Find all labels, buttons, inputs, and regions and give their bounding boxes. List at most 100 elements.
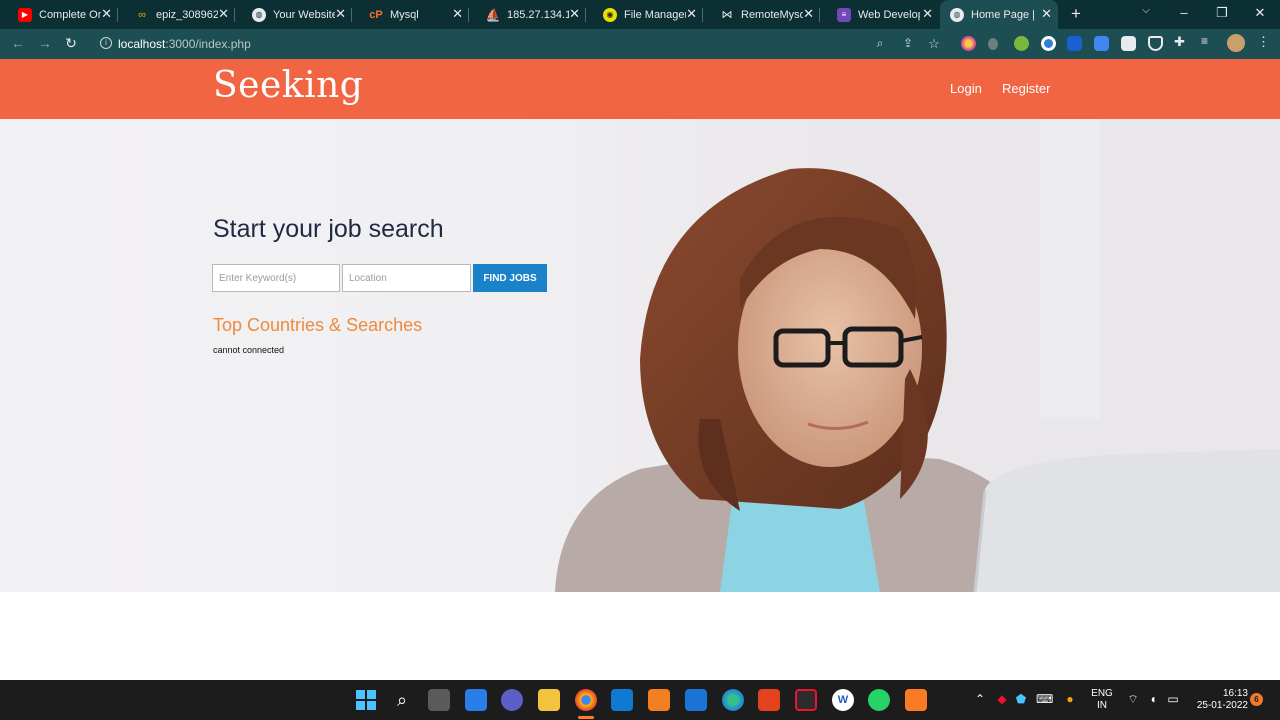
active-app-indicator xyxy=(578,716,594,719)
close-icon[interactable]: ✕ xyxy=(218,7,229,21)
close-icon[interactable]: ✕ xyxy=(335,7,346,21)
chart-extension-icon[interactable] xyxy=(1121,36,1136,51)
phpmyadmin-icon: ⛵ xyxy=(485,7,501,22)
widgets-icon[interactable] xyxy=(465,689,487,711)
reading-list-icon[interactable]: ≡ xyxy=(1201,34,1216,49)
mcafee-icon[interactable]: ◆ xyxy=(994,692,1010,706)
file-explorer-icon[interactable] xyxy=(538,689,560,711)
address-bar[interactable]: i localhost:3000/index.php ⌕ ⇪ ☆ xyxy=(90,32,952,56)
add-extension-icon[interactable] xyxy=(1014,36,1029,51)
tab-title: Mysql xyxy=(390,8,419,21)
task-view-icon[interactable] xyxy=(428,689,450,711)
top-countries-heading: Top Countries & Searches xyxy=(213,315,423,335)
region-code: IN xyxy=(1097,700,1107,711)
tab-0[interactable]: ▶ Complete Onl ✕ xyxy=(0,0,118,29)
currency-extension-icon[interactable] xyxy=(1067,36,1082,51)
share-icon[interactable]: ⇪ xyxy=(900,36,916,50)
tab-3[interactable]: cP Mysql ✕ xyxy=(351,0,469,29)
keyboard-icon[interactable]: ⌨ xyxy=(1036,692,1053,706)
wifi-icon[interactable]: ⌔ xyxy=(1125,692,1141,707)
maximize-icon[interactable]: ❐ xyxy=(1213,5,1231,21)
tab-search-chevron-icon[interactable]: ⌵ xyxy=(1137,5,1155,16)
infinity-icon: ∞ xyxy=(138,8,146,21)
tab-2[interactable]: ◍ Your Website ✕ xyxy=(234,0,352,29)
whatsapp-icon[interactable] xyxy=(868,689,890,711)
window-close-icon[interactable]: ✕ xyxy=(1251,5,1269,21)
tab-6[interactable]: ⋈ RemoteMysql ✕ xyxy=(702,0,820,29)
language-indicator[interactable]: ENG IN xyxy=(1088,688,1116,712)
close-icon[interactable]: ✕ xyxy=(1041,7,1052,21)
register-link[interactable]: Register xyxy=(1002,81,1050,96)
tab-title: 185.27.134.10 xyxy=(507,8,569,21)
url-text[interactable]: localhost:3000/index.php xyxy=(118,37,251,51)
file-manager-icon: ◉ xyxy=(603,7,617,22)
close-icon[interactable]: ✕ xyxy=(922,7,933,21)
shield-extension-icon[interactable] xyxy=(1148,36,1163,51)
writer-icon[interactable]: W xyxy=(832,689,854,711)
close-icon[interactable]: ✕ xyxy=(101,7,112,21)
zoom-icon[interactable]: ⌕ xyxy=(872,36,888,51)
tab-title: File Manager xyxy=(624,8,686,21)
close-icon[interactable]: ✕ xyxy=(803,7,814,21)
site-info-icon[interactable]: i xyxy=(100,37,112,49)
new-tab-plus-icon[interactable]: + xyxy=(1066,4,1086,24)
chrome-icon[interactable] xyxy=(575,689,597,711)
login-link[interactable]: Login xyxy=(950,81,982,96)
sublime-icon[interactable] xyxy=(648,689,670,711)
clock-date: 25-01-2022 xyxy=(1196,700,1248,711)
forms-icon: ≡ xyxy=(837,7,851,22)
search-icon[interactable]: ⌕ xyxy=(391,689,413,711)
circle-extension-icon[interactable] xyxy=(1041,36,1056,51)
volume-icon[interactable]: ◖ xyxy=(1145,692,1161,706)
kebab-menu-icon[interactable]: ⋮ xyxy=(1257,34,1272,49)
screen-recorder-icon[interactable] xyxy=(795,689,817,711)
tab-title: RemoteMysql xyxy=(741,8,803,21)
chat-icon[interactable] xyxy=(501,689,523,711)
mail-icon[interactable] xyxy=(685,689,707,711)
windows-start-icon[interactable] xyxy=(355,689,377,711)
defender-icon[interactable]: ⬟ xyxy=(1013,692,1029,706)
reload-icon[interactable]: ↻ xyxy=(62,35,80,52)
cpanel-icon: cP xyxy=(369,8,383,21)
back-arrow-icon[interactable]: ← xyxy=(9,35,27,51)
microphone-icon[interactable]: ● xyxy=(1062,692,1078,706)
tab-5[interactable]: ◉ File Manager ✕ xyxy=(585,0,703,29)
youtube-icon: ▶ xyxy=(18,7,32,22)
notification-badge[interactable]: 6 xyxy=(1250,693,1263,706)
url-path: :3000/index.php xyxy=(165,37,251,51)
hero-section: Start your job search FIND JOBS Top Coun… xyxy=(0,119,1280,592)
site-header: Seeking Login Register xyxy=(0,59,1280,119)
tab-8[interactable]: ◍ Home Page | ✕ xyxy=(940,0,1058,29)
forward-arrow-icon[interactable]: → xyxy=(36,35,54,51)
battery-icon[interactable]: ▭ xyxy=(1165,692,1181,706)
close-icon[interactable]: ✕ xyxy=(686,7,697,21)
location-input[interactable] xyxy=(342,264,471,292)
tab-4[interactable]: ⛵ 185.27.134.10 ✕ xyxy=(468,0,586,29)
tab-7[interactable]: ≡ Web Develop ✕ xyxy=(819,0,939,29)
bookmark-star-icon[interactable]: ☆ xyxy=(926,36,942,52)
tab-1[interactable]: ∞ epiz_3089621 ✕ xyxy=(117,0,235,29)
site-logo[interactable]: Seeking xyxy=(213,65,363,106)
close-icon[interactable]: ✕ xyxy=(452,7,463,21)
find-jobs-button[interactable]: FIND JOBS xyxy=(473,264,547,292)
xampp-icon[interactable] xyxy=(905,689,927,711)
tab-title: Web Develop xyxy=(858,8,920,21)
avatar[interactable] xyxy=(1227,34,1245,52)
clock[interactable]: 16:13 25-01-2022 xyxy=(1190,688,1248,712)
color-extension-icon[interactable] xyxy=(961,36,976,51)
globe-icon: ◍ xyxy=(950,7,964,22)
tray-chevron-up-icon[interactable]: ⌃ xyxy=(972,692,988,706)
puzzle-extensions-icon[interactable]: ✚ xyxy=(1174,34,1189,49)
vscode-icon[interactable] xyxy=(611,689,633,711)
minimize-icon[interactable]: – xyxy=(1175,5,1193,20)
close-icon[interactable]: ✕ xyxy=(569,7,580,21)
language-code: ENG xyxy=(1091,688,1113,699)
office-icon[interactable] xyxy=(758,689,780,711)
remote-mysql-icon: ⋈ xyxy=(721,9,733,21)
url-host: localhost xyxy=(118,37,166,51)
keyword-input[interactable] xyxy=(212,264,340,292)
edge-icon[interactable] xyxy=(722,689,744,711)
translate-extension-icon[interactable] xyxy=(1094,36,1109,51)
clock-time: 16:13 xyxy=(1222,688,1248,699)
extension-icon[interactable] xyxy=(988,38,998,50)
